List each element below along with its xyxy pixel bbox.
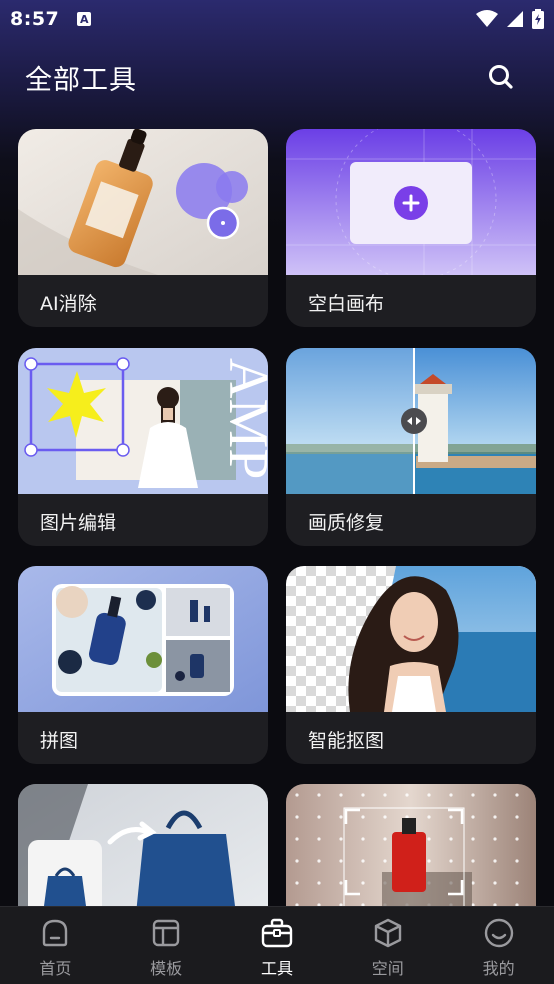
- status-bar: 8:57 A: [0, 0, 554, 38]
- nav-item-tools[interactable]: 工具: [222, 907, 332, 984]
- tool-card-smart-cutout[interactable]: 智能抠图: [286, 566, 536, 764]
- tool-label: 画质修复: [308, 512, 385, 534]
- notification-icon: A: [77, 12, 92, 26]
- tool-card-ai-erase[interactable]: AI消除: [18, 129, 268, 327]
- tool-label: 图片编辑: [40, 512, 117, 534]
- status-icons: [476, 9, 544, 29]
- home-icon: [43, 919, 68, 947]
- lighthouse-image: [286, 348, 536, 494]
- tool-label: AI消除: [40, 293, 97, 315]
- tool-card-quality-restore[interactable]: 画质修复: [286, 348, 536, 546]
- nav-item-templates[interactable]: 模板: [111, 907, 221, 984]
- tool-label: 智能抠图: [308, 730, 385, 752]
- nav-item-home[interactable]: 首页: [0, 907, 110, 984]
- toolbox-icon: [261, 918, 293, 948]
- woman-portrait-image: [286, 566, 536, 712]
- tool-label: 空白画布: [308, 293, 385, 315]
- cosmetics-collage-image: [18, 566, 268, 712]
- wifi-icon: [476, 10, 498, 27]
- nav-label: 工具: [260, 959, 293, 978]
- nav-label: 首页: [39, 959, 72, 978]
- nav-item-profile[interactable]: 我的: [444, 907, 554, 984]
- serum-bottle-image: [18, 129, 268, 275]
- tool-card-blank-canvas[interactable]: 空白画布: [286, 129, 536, 327]
- tool-card-collage[interactable]: 拼图: [18, 566, 268, 764]
- battery-icon: [532, 9, 544, 29]
- nav-label: 空间: [371, 959, 404, 978]
- smile-icon: [484, 918, 513, 948]
- nav-item-space[interactable]: 空间: [333, 907, 443, 984]
- nav-label: 模板: [150, 959, 183, 978]
- cube-icon: [374, 918, 401, 948]
- bottom-nav: 首页 模板 工具 空间 我的: [0, 906, 554, 984]
- tool-label: 拼图: [40, 730, 79, 752]
- status-time: 8:57: [10, 8, 60, 30]
- page-title: 全部工具: [25, 65, 137, 96]
- signal-icon: [507, 11, 523, 27]
- search-icon: [489, 65, 513, 89]
- tool-card-photo-edit[interactable]: AMP 图片编辑: [18, 348, 268, 546]
- blank-canvas-image: [286, 129, 536, 275]
- nav-label: 我的: [482, 959, 515, 978]
- photo-edit-image: AMP: [18, 348, 268, 494]
- search-button[interactable]: [484, 60, 518, 94]
- amp-text: AMP: [217, 358, 268, 479]
- template-icon: [152, 919, 180, 947]
